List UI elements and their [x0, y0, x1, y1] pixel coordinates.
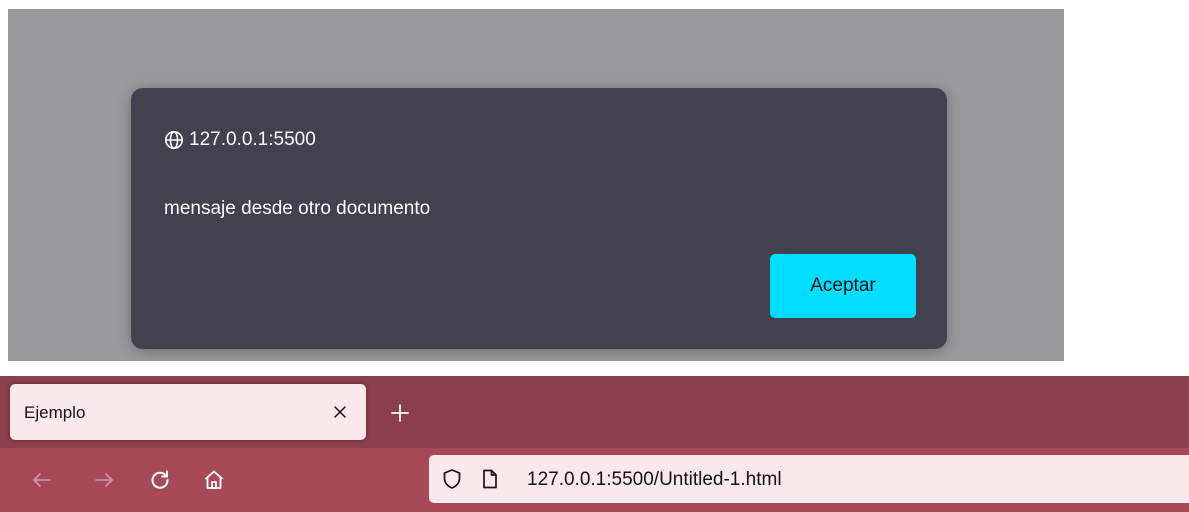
- navigation-toolbar: 127.0.0.1:5500/Untitled-1.html: [0, 448, 1189, 512]
- url-text[interactable]: 127.0.0.1:5500/Untitled-1.html: [527, 469, 782, 491]
- dialog-origin-text: 127.0.0.1:5500: [189, 129, 316, 150]
- alert-dialog: 127.0.0.1:5500 mensaje desde otro docume…: [131, 88, 947, 349]
- modal-overlay: 127.0.0.1:5500 mensaje desde otro docume…: [8, 9, 1064, 361]
- accept-button[interactable]: Aceptar: [770, 254, 916, 318]
- close-icon[interactable]: [328, 400, 352, 424]
- tab-ejemplo[interactable]: Ejemplo: [10, 384, 366, 440]
- home-icon[interactable]: [202, 468, 226, 492]
- tab-title: Ejemplo: [24, 403, 86, 422]
- page-icon: [479, 468, 501, 490]
- globe-icon: [164, 130, 184, 150]
- forward-arrow-icon[interactable]: [92, 468, 116, 492]
- dialog-origin: 127.0.0.1:5500: [164, 128, 316, 152]
- tab-strip: Ejemplo: [0, 376, 1189, 448]
- dialog-message: mensaje desde otro documento: [164, 198, 431, 219]
- screenshot-root: 127.0.0.1:5500 mensaje desde otro docume…: [0, 0, 1189, 512]
- reload-icon[interactable]: [148, 468, 172, 492]
- back-arrow-icon[interactable]: [30, 468, 54, 492]
- plus-icon[interactable]: [389, 402, 411, 424]
- url-bar[interactable]: 127.0.0.1:5500/Untitled-1.html: [429, 455, 1189, 503]
- shield-icon[interactable]: [441, 468, 463, 490]
